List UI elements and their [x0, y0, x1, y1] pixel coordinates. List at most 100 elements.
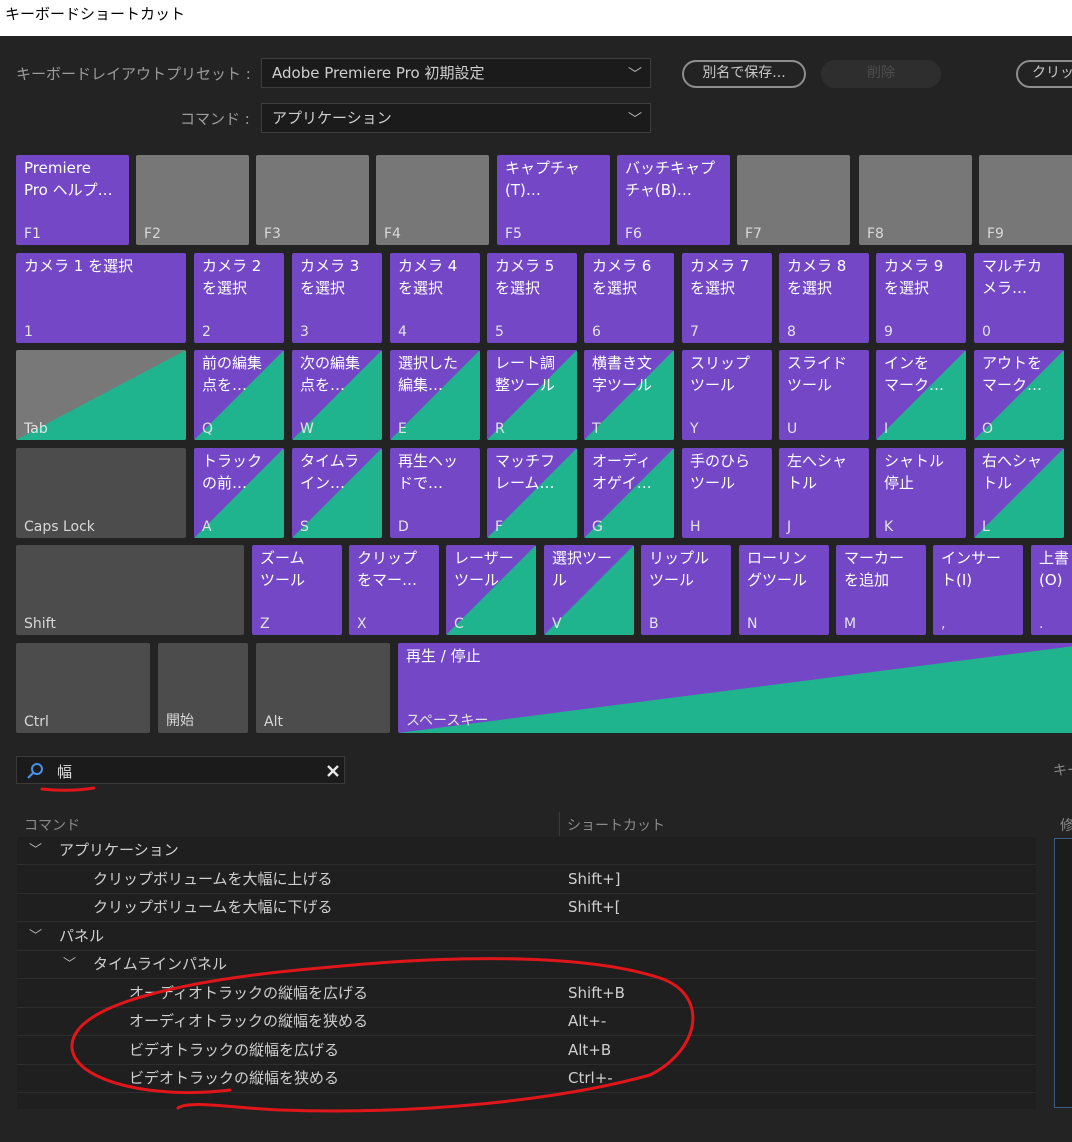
key-y[interactable]: スリップ ツール Y [682, 350, 772, 440]
key-スペースキー[interactable]: 再生 / 停止 スペースキー [398, 643, 1072, 733]
key-w[interactable]: 次の編集 点を… W [292, 350, 382, 440]
key-c[interactable]: レーザー ツール C [446, 545, 536, 635]
key-name-label: Tab [24, 421, 48, 437]
key-4[interactable]: カメラ 4 を選択 4 [390, 253, 480, 343]
key-3[interactable]: カメラ 3 を選択 3 [292, 253, 382, 343]
key-command-label: レーザー ツール [454, 549, 514, 589]
key-h[interactable]: 手のひら ツール H [682, 448, 772, 538]
key-command-label: 手のひら ツール [690, 452, 751, 492]
key-j[interactable]: 左へシャ トル J [779, 448, 869, 538]
key-command-label: ズーム ツール [260, 549, 306, 589]
key-shift[interactable]: Shift [16, 545, 244, 635]
key-command-label: オーディ オゲイ… [592, 452, 652, 492]
key-name-label: A [202, 519, 212, 535]
key-comma[interactable]: インサー ト(I), [933, 545, 1023, 635]
preset-dropdown[interactable]: Adobe Premiere Pro 初期設定 ﹀ [261, 58, 651, 88]
key-k[interactable]: シャトル 停止 K [876, 448, 966, 538]
key-v[interactable]: 選択ツー ル V [544, 545, 634, 635]
key-f3[interactable]: F3 [256, 155, 369, 245]
key-o[interactable]: アウトを マーク… O [974, 350, 1064, 440]
key-5[interactable]: カメラ 5 を選択 5 [487, 253, 577, 343]
key-6[interactable]: カメラ 6 を選択 6 [584, 253, 674, 343]
key-command-label: 横書き文 字ツール [592, 354, 653, 394]
key-name-label: T [592, 421, 601, 437]
key-tab[interactable]: Tab [16, 350, 186, 440]
key-name-label: Y [690, 421, 699, 437]
column-header-command[interactable]: コマンド [24, 815, 80, 835]
key-f6[interactable]: バッチキャプ チャ(B)… F6 [617, 155, 730, 245]
key-alt[interactable]: Alt [256, 643, 390, 733]
key-command-label: スリップ ツール [690, 354, 751, 394]
key-2[interactable]: カメラ 2 を選択 2 [194, 253, 284, 343]
key-a[interactable]: トラック の前… A [194, 448, 284, 538]
key-r[interactable]: レート調 整ツール R [487, 350, 577, 440]
table-row[interactable]: クリップボリュームを大幅に下げる Shift+[ [17, 894, 1036, 922]
key-command-label: カメラ 6 を選択 [592, 257, 652, 297]
window-title: キーボードショートカット [0, 0, 1072, 36]
key-7[interactable]: カメラ 7 を選択 7 [682, 253, 772, 343]
key-command-label: カメラ 9 を選択 [884, 257, 944, 297]
key-f2[interactable]: F2 [136, 155, 249, 245]
key-name-label: Q [202, 421, 214, 437]
key-g[interactable]: オーディ オゲイ… G [584, 448, 674, 538]
expand-chevron-icon[interactable]: ﹀ [29, 923, 42, 950]
key-command-label: トラック の前… [202, 452, 263, 492]
key-name-label: 2 [202, 324, 211, 340]
key-d[interactable]: 再生ヘッ ドで… D [390, 448, 480, 538]
key-f[interactable]: マッチフ レーム… F [487, 448, 577, 538]
key-command-label: 選択ツー ル [552, 549, 613, 589]
key-f4[interactable]: F4 [376, 155, 489, 245]
key-q[interactable]: 前の編集 点を… Q [194, 350, 284, 440]
annotation-underline [40, 786, 96, 792]
shortcut-value[interactable]: Shift+] [568, 866, 621, 893]
save-as-button[interactable]: 別名で保存... [682, 60, 806, 88]
key-period[interactable]: 上書 (O). [1031, 545, 1072, 635]
key-name-label: K [884, 519, 894, 535]
key-s[interactable]: タイムラ イン… S [292, 448, 382, 538]
key-ctrl[interactable]: Ctrl [16, 643, 150, 733]
key-z[interactable]: ズーム ツール Z [252, 545, 342, 635]
key-i[interactable]: インを マーク… I [876, 350, 966, 440]
table-row[interactable]: クリップボリュームを大幅に上げる Shift+] [17, 865, 1036, 894]
key-f9[interactable]: F9 [979, 155, 1072, 245]
command-name: クリップボリュームを大幅に上げる [93, 869, 333, 888]
command-name: パネル [59, 926, 105, 945]
shortcut-value[interactable]: Shift+[ [568, 894, 621, 921]
key-name-label: G [592, 519, 603, 535]
key-command-label: インを マーク… [884, 354, 945, 394]
key-m[interactable]: マーカー を追加 M [836, 545, 926, 635]
chevron-down-icon: ﹀ [628, 112, 642, 128]
key-開始[interactable]: 開始 [158, 643, 248, 733]
search-input[interactable]: 幅 [57, 761, 72, 782]
delete-button[interactable]: 削除 [821, 60, 941, 88]
key-0[interactable]: マルチカ メラ… 0 [974, 253, 1064, 343]
key-n[interactable]: ローリン グツール N [739, 545, 829, 635]
column-header-shortcut[interactable]: ショートカット [567, 815, 665, 835]
clear-button[interactable]: クリッ [1016, 60, 1072, 88]
key-e[interactable]: 選択した 編集… E [390, 350, 480, 440]
key-name-label: J [787, 519, 792, 535]
key-f5[interactable]: キャプチャ (T)… F5 [497, 155, 610, 245]
key-x[interactable]: クリップ をマー… X [349, 545, 439, 635]
key-f8[interactable]: F8 [859, 155, 972, 245]
key-u[interactable]: スライド ツール U [779, 350, 869, 440]
key-1[interactable]: カメラ 1 を選択 1 [16, 253, 186, 343]
table-group-row[interactable]: ﹀ アプリケーション [17, 837, 1036, 865]
key-caps-lock[interactable]: Caps Lock [16, 448, 186, 538]
key-8[interactable]: カメラ 8 を選択 8 [779, 253, 869, 343]
search-box[interactable]: 幅 [16, 756, 345, 784]
table-group-row[interactable]: ﹀ パネル [17, 922, 1036, 951]
key-9[interactable]: カメラ 9 を選択 9 [876, 253, 966, 343]
key-f7[interactable]: F7 [737, 155, 850, 245]
key-name-label: E [398, 421, 407, 437]
key-t[interactable]: 横書き文 字ツール T [584, 350, 674, 440]
key-l[interactable]: 右へシャ トル L [974, 448, 1064, 538]
key-command-label: マッチフ レーム… [495, 452, 556, 492]
key-command-label: 再生 / 停止 [406, 647, 481, 665]
key-b[interactable]: リップル ツール B [641, 545, 731, 635]
clear-search-icon[interactable] [326, 764, 340, 778]
key-f1[interactable]: Premiere Pro ヘルプ… F1 [16, 155, 129, 245]
annotation-circle [70, 957, 695, 1113]
expand-chevron-icon[interactable]: ﹀ [29, 837, 42, 864]
command-dropdown[interactable]: アプリケーション ﹀ [261, 103, 651, 133]
